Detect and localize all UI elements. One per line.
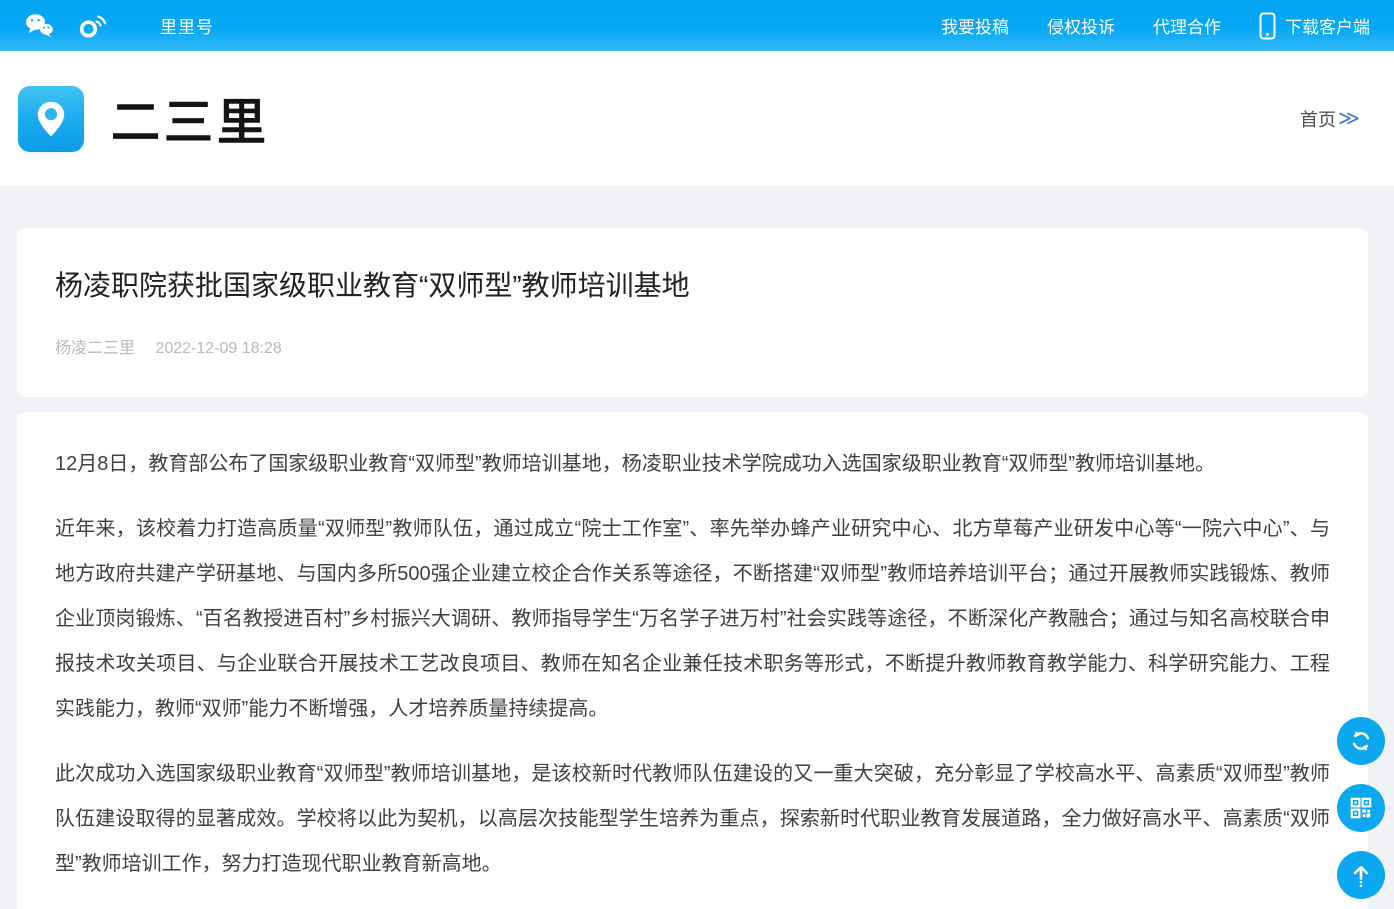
floating-toolbar (1337, 717, 1385, 899)
qrcode-icon (1348, 795, 1374, 821)
article-title-card: 杨凌职院获批国家级职业教育“双师型”教师培训基地 杨凌二三里 2022-12-0… (17, 228, 1368, 397)
back-to-top-button[interactable] (1337, 851, 1385, 899)
weibo-icon[interactable] (77, 12, 108, 39)
article-title: 杨凌职院获批国家级职业教育“双师型”教师培训基地 (55, 268, 1330, 304)
submit-article-link[interactable]: 我要投稿 (941, 13, 1009, 38)
map-pin-icon (29, 97, 73, 141)
home-label: 首页 (1300, 106, 1336, 132)
qrcode-button[interactable] (1337, 784, 1385, 832)
topbar-brand[interactable]: 里里号 (160, 13, 214, 38)
refresh-button[interactable] (1337, 717, 1385, 765)
main-content: 杨凌职院获批国家级职业教育“双师型”教师培训基地 杨凌二三里 2022-12-0… (0, 186, 1394, 909)
site-header: 二三里 首页 ≫ (0, 51, 1394, 186)
topbar-menu: 我要投稿 侵权投诉 代理合作 下载客户端 (941, 12, 1370, 40)
article-paragraph: 此次成功入选国家级职业教育“双师型”教师培训基地，是该校新时代教师队伍建设的又一… (55, 752, 1330, 887)
wechat-icon[interactable] (24, 12, 55, 39)
agency-cooperation-link[interactable]: 代理合作 (1153, 13, 1221, 38)
article-paragraph: 近年来，该校着力打造高质量“双师型”教师队伍，通过成立“院士工作室”、率先举办蜂… (55, 507, 1330, 732)
article-byline: 杨凌二三里 2022-12-09 18:28 (55, 334, 1330, 358)
up-arrow-icon (1348, 862, 1374, 888)
site-logo[interactable] (18, 86, 84, 152)
topbar-left: 里里号 (24, 12, 214, 39)
article-paragraph: 12月8日，教育部公布了国家级职业教育“双师型”教师培训基地，杨凌职业技术学院成… (55, 442, 1330, 487)
infringement-complaint-link[interactable]: 侵权投诉 (1047, 13, 1115, 38)
home-link[interactable]: 首页 ≫ (1300, 106, 1360, 132)
topbar: 里里号 我要投稿 侵权投诉 代理合作 下载客户端 (0, 0, 1394, 51)
download-client-link[interactable]: 下载客户端 (1259, 12, 1370, 40)
phone-icon (1259, 12, 1276, 40)
logo-wordmark[interactable]: 二三里 (111, 83, 270, 154)
download-client-label: 下载客户端 (1285, 13, 1370, 38)
double-chevron-icon: ≫ (1338, 108, 1360, 129)
refresh-icon (1348, 728, 1374, 754)
publish-date: 2022-12-09 18:28 (155, 340, 281, 357)
author-name: 杨凌二三里 (55, 340, 135, 357)
article-body-card: 12月8日，教育部公布了国家级职业教育“双师型”教师培训基地，杨凌职业技术学院成… (17, 412, 1368, 909)
